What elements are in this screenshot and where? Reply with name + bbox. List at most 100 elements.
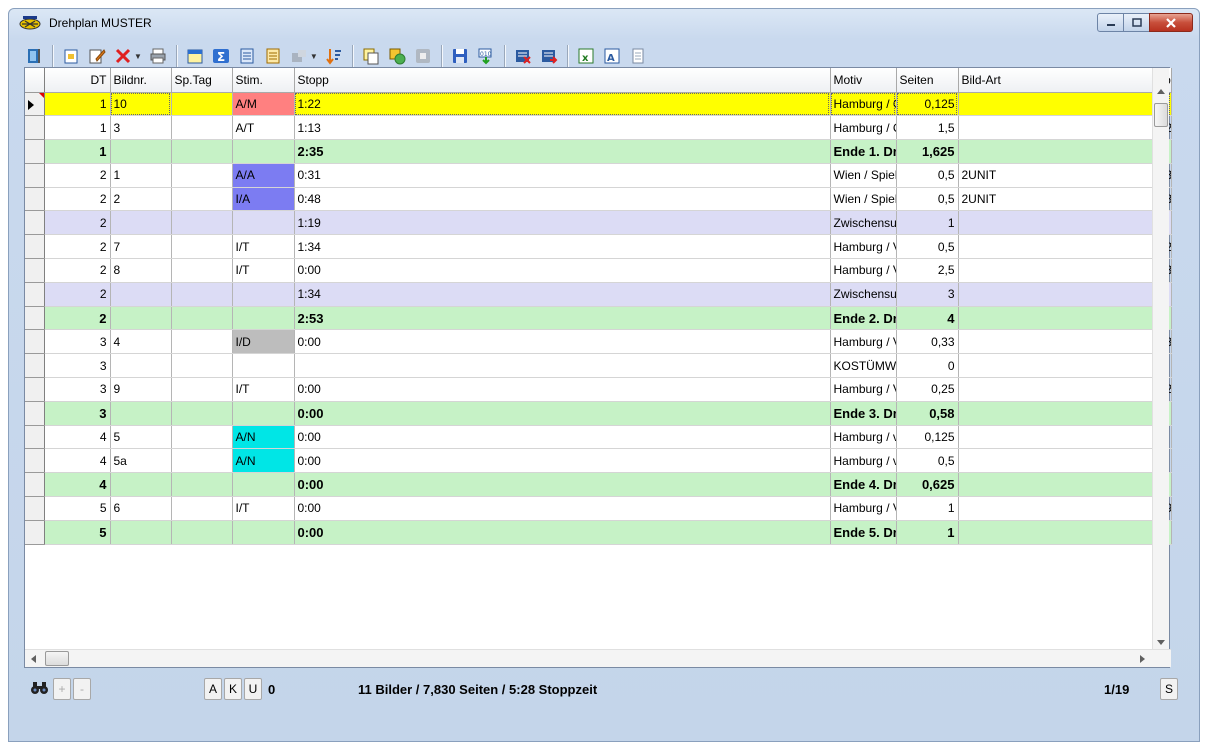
cell-stim[interactable]: [232, 282, 295, 307]
cell-motiv[interactable]: Zwischensumme: [830, 210, 897, 236]
cell-stopp[interactable]: 1:19: [294, 210, 831, 236]
filter-u-button[interactable]: U: [244, 678, 262, 700]
cell-dt[interactable]: 2: [44, 282, 111, 307]
row-selector[interactable]: [25, 115, 45, 141]
cell-seiten[interactable]: 1: [896, 496, 959, 521]
cell-motiv[interactable]: Hamburg / Villa / Salon: [830, 496, 897, 521]
table-row[interactable]: 2 1:34Zwischensumme3: [25, 282, 1172, 307]
column-header-seiten[interactable]: Seiten: [896, 68, 959, 93]
cell-stim[interactable]: I/D: [232, 329, 295, 355]
excel-icon[interactable]: x: [576, 46, 596, 66]
table-row[interactable]: 3 KOSTÜMWECHSEL0: [25, 353, 1172, 379]
cell-motiv[interactable]: Hamburg / City / Strasse: [830, 92, 897, 117]
row-selector[interactable]: [25, 163, 45, 188]
binoculars-search-icon[interactable]: [30, 679, 50, 700]
copy-icon[interactable]: [361, 46, 381, 66]
cell-bildart[interactable]: [958, 496, 1153, 521]
document-icon[interactable]: [628, 46, 648, 66]
cell-bildnr[interactable]: 6: [110, 496, 172, 521]
cell-seiten[interactable]: 0: [896, 353, 959, 379]
cell-sptag[interactable]: [171, 306, 233, 331]
cell-seiten[interactable]: 0,5: [896, 187, 959, 212]
cell-bildnr[interactable]: 9: [110, 377, 172, 402]
row-selector[interactable]: [25, 377, 45, 402]
horizontal-scroll-thumb[interactable]: [45, 651, 69, 666]
print-icon[interactable]: [148, 46, 168, 66]
row-selector[interactable]: [25, 520, 45, 545]
cell-bildart[interactable]: [958, 472, 1153, 498]
cell-stopp[interactable]: 0:00: [294, 377, 831, 402]
cell-stim[interactable]: [232, 210, 295, 236]
cell-sptag[interactable]: [171, 282, 233, 307]
cell-stopp[interactable]: 1:13: [294, 115, 831, 141]
cell-dt[interactable]: 4: [44, 472, 111, 498]
cell-bildart[interactable]: [958, 210, 1153, 236]
cell-sptag[interactable]: [171, 472, 233, 498]
row-selector[interactable]: [25, 234, 45, 260]
cell-seiten[interactable]: 0,5: [896, 234, 959, 260]
cell-stopp[interactable]: [294, 353, 831, 379]
cell-stopp[interactable]: 0:00: [294, 472, 831, 498]
table-row[interactable]: 28I/T0:00Hamburg / Villa / Salon2,51,3,7…: [25, 258, 1172, 283]
word-icon[interactable]: A: [602, 46, 622, 66]
cell-sptag[interactable]: [171, 448, 233, 474]
cell-stim[interactable]: [232, 139, 295, 164]
cell-seiten[interactable]: 0,25: [896, 377, 959, 402]
cell-bildnr[interactable]: [110, 353, 172, 379]
cell-motiv[interactable]: Ende 1. Drehtag Di, 01.07.2008: [830, 139, 897, 164]
cell-motiv[interactable]: Hamburg / Villa / Salon: [830, 258, 897, 283]
scroll-down-icon[interactable]: [1157, 640, 1165, 645]
edit-icon[interactable]: [87, 46, 107, 66]
cell-sptag[interactable]: [171, 425, 233, 450]
cell-stim[interactable]: I/T: [232, 496, 295, 521]
table-row[interactable]: 45a A/N0:00Hamburg / vor Villa0,5: [25, 448, 1172, 474]
table-row[interactable]: 34 I/D0:00Hamburg / Villa / Schlafzimmer0…: [25, 329, 1172, 355]
cell-seiten[interactable]: 0,5: [896, 448, 959, 474]
cell-bildart[interactable]: [958, 401, 1153, 426]
s-button[interactable]: S: [1160, 678, 1178, 700]
cell-dt[interactable]: 3: [44, 329, 111, 355]
cell-bildnr[interactable]: [110, 139, 172, 164]
table-row[interactable]: 1 2:35Ende 1. Drehtag Di, 01.07.20081,625: [25, 139, 1172, 164]
table-row[interactable]: 4 0:00Ende 4. Drehtag Sa, 05.07.20080,625: [25, 472, 1172, 498]
row-selector[interactable]: [25, 472, 45, 498]
cell-seiten[interactable]: 0,125: [896, 425, 959, 450]
cell-motiv[interactable]: Wien / Spielcasino / vor Salon - 2UNIT: [830, 187, 897, 212]
cell-seiten[interactable]: 2,5: [896, 258, 959, 283]
table-row[interactable]: 21 A/A0:31Wien / Spielcasino / Eingang - …: [25, 163, 1172, 188]
vertical-scroll-thumb[interactable]: [1154, 103, 1168, 127]
cell-bildart[interactable]: [958, 329, 1153, 355]
cell-stim[interactable]: [232, 401, 295, 426]
cell-stim[interactable]: I/T: [232, 234, 295, 260]
cell-dt[interactable]: 1: [44, 139, 111, 164]
cell-seiten[interactable]: 1: [896, 520, 959, 545]
cell-stopp[interactable]: 1:34: [294, 234, 831, 260]
cell-bildnr[interactable]: [110, 401, 172, 426]
cell-bildart[interactable]: [958, 258, 1153, 283]
save-icon[interactable]: [450, 46, 470, 66]
minimize-button[interactable]: [1097, 13, 1124, 32]
cell-motiv[interactable]: Ende 4. Drehtag Sa, 05.07.2008: [830, 472, 897, 498]
cell-bildart[interactable]: [958, 425, 1153, 450]
cell-stopp[interactable]: 0:48: [294, 187, 831, 212]
cell-bildart[interactable]: 2UNIT: [958, 187, 1153, 212]
cell-sptag[interactable]: [171, 401, 233, 426]
cell-bildart[interactable]: [958, 139, 1153, 164]
scroll-left-icon[interactable]: [31, 655, 36, 663]
row-selector[interactable]: [25, 401, 45, 426]
column-header-stopp[interactable]: Stopp: [294, 68, 831, 93]
table-row[interactable]: 2 1:19Zwischensumme1: [25, 210, 1172, 236]
scroll-up-icon[interactable]: [1157, 89, 1165, 94]
scroll-right-icon[interactable]: [1140, 655, 1145, 663]
cell-stopp[interactable]: 0:00: [294, 401, 831, 426]
cell-bildart[interactable]: [958, 520, 1153, 545]
cell-stopp[interactable]: 0:31: [294, 163, 831, 188]
vertical-scrollbar[interactable]: [1152, 68, 1169, 651]
cell-stim[interactable]: A/N: [232, 425, 295, 450]
add-filter-button[interactable]: +: [53, 678, 71, 700]
column-header-dt[interactable]: DT: [44, 68, 111, 93]
cell-sptag[interactable]: [171, 139, 233, 164]
cell-motiv[interactable]: Wien / Spielcasino / Eingang - 2UNIT: [830, 163, 897, 188]
cell-dt[interactable]: 1: [44, 92, 111, 117]
cell-seiten[interactable]: 0,625: [896, 472, 959, 498]
